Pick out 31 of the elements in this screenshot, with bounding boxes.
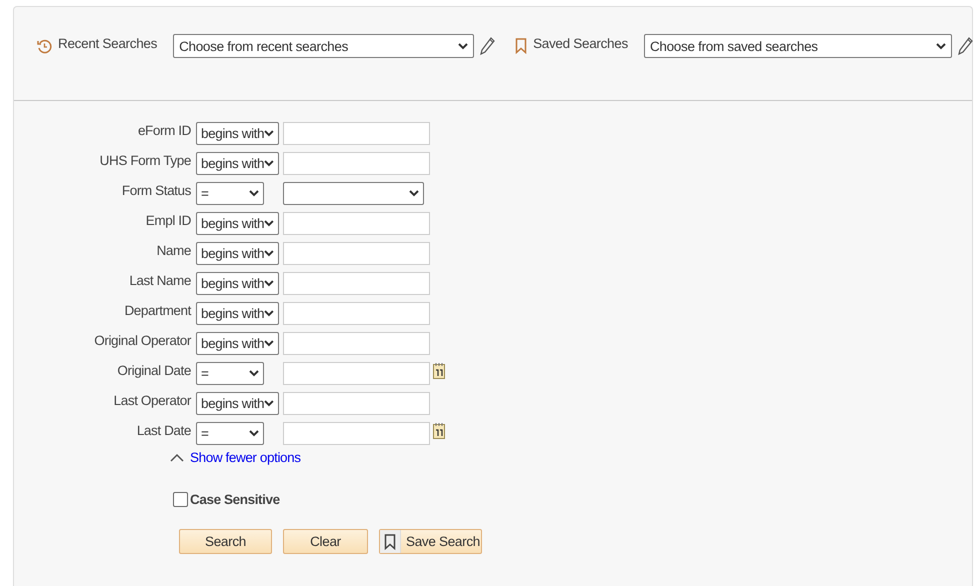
saved-searches-dropdown[interactable]: Choose from saved searches <box>644 34 952 58</box>
field-label: eForm ID <box>136 123 191 140</box>
action-button[interactable]: Search <box>179 529 272 554</box>
action-button[interactable]: Clear <box>283 529 368 554</box>
operator-dropdown[interactable]: begins with <box>196 242 279 265</box>
field-label: Name <box>156 243 191 260</box>
field-label: UHS Form Type <box>98 153 191 170</box>
operator-dropdown[interactable]: begins with <box>196 152 279 175</box>
operator-dropdown[interactable]: begins with <box>196 122 279 145</box>
operator-dropdown[interactable]: begins with <box>196 302 279 325</box>
save-search-button[interactable]: Save Search <box>379 529 482 554</box>
field-label: Form Status <box>120 183 191 200</box>
case-sensitive-label: Case Sensitive <box>190 492 280 507</box>
operator-dropdown[interactable]: = <box>196 362 264 385</box>
operator-dropdown[interactable]: = <box>196 182 264 205</box>
recent-searches-label: Recent Searches <box>58 36 158 50</box>
field-label: Original Date <box>116 363 191 380</box>
operator-dropdown[interactable]: = <box>196 422 264 445</box>
operator-dropdown[interactable]: begins with <box>196 272 279 295</box>
field-label: Last Name <box>128 273 191 290</box>
field-label: Department <box>123 303 191 320</box>
operator-dropdown[interactable]: begins with <box>196 212 279 235</box>
field-label: Empl ID <box>144 213 191 230</box>
field-label: Last Operator <box>112 393 191 410</box>
operator-dropdown[interactable]: begins with <box>196 392 279 415</box>
saved-searches-label: Saved Searches <box>533 36 628 50</box>
field-label: Last Date <box>136 423 191 440</box>
field-label: Original Operator <box>93 333 191 350</box>
operator-dropdown[interactable]: begins with <box>196 332 279 355</box>
show-fewer-options-link[interactable]: Show fewer options <box>190 450 301 465</box>
recent-searches-dropdown[interactable]: Choose from recent searches <box>173 34 474 58</box>
